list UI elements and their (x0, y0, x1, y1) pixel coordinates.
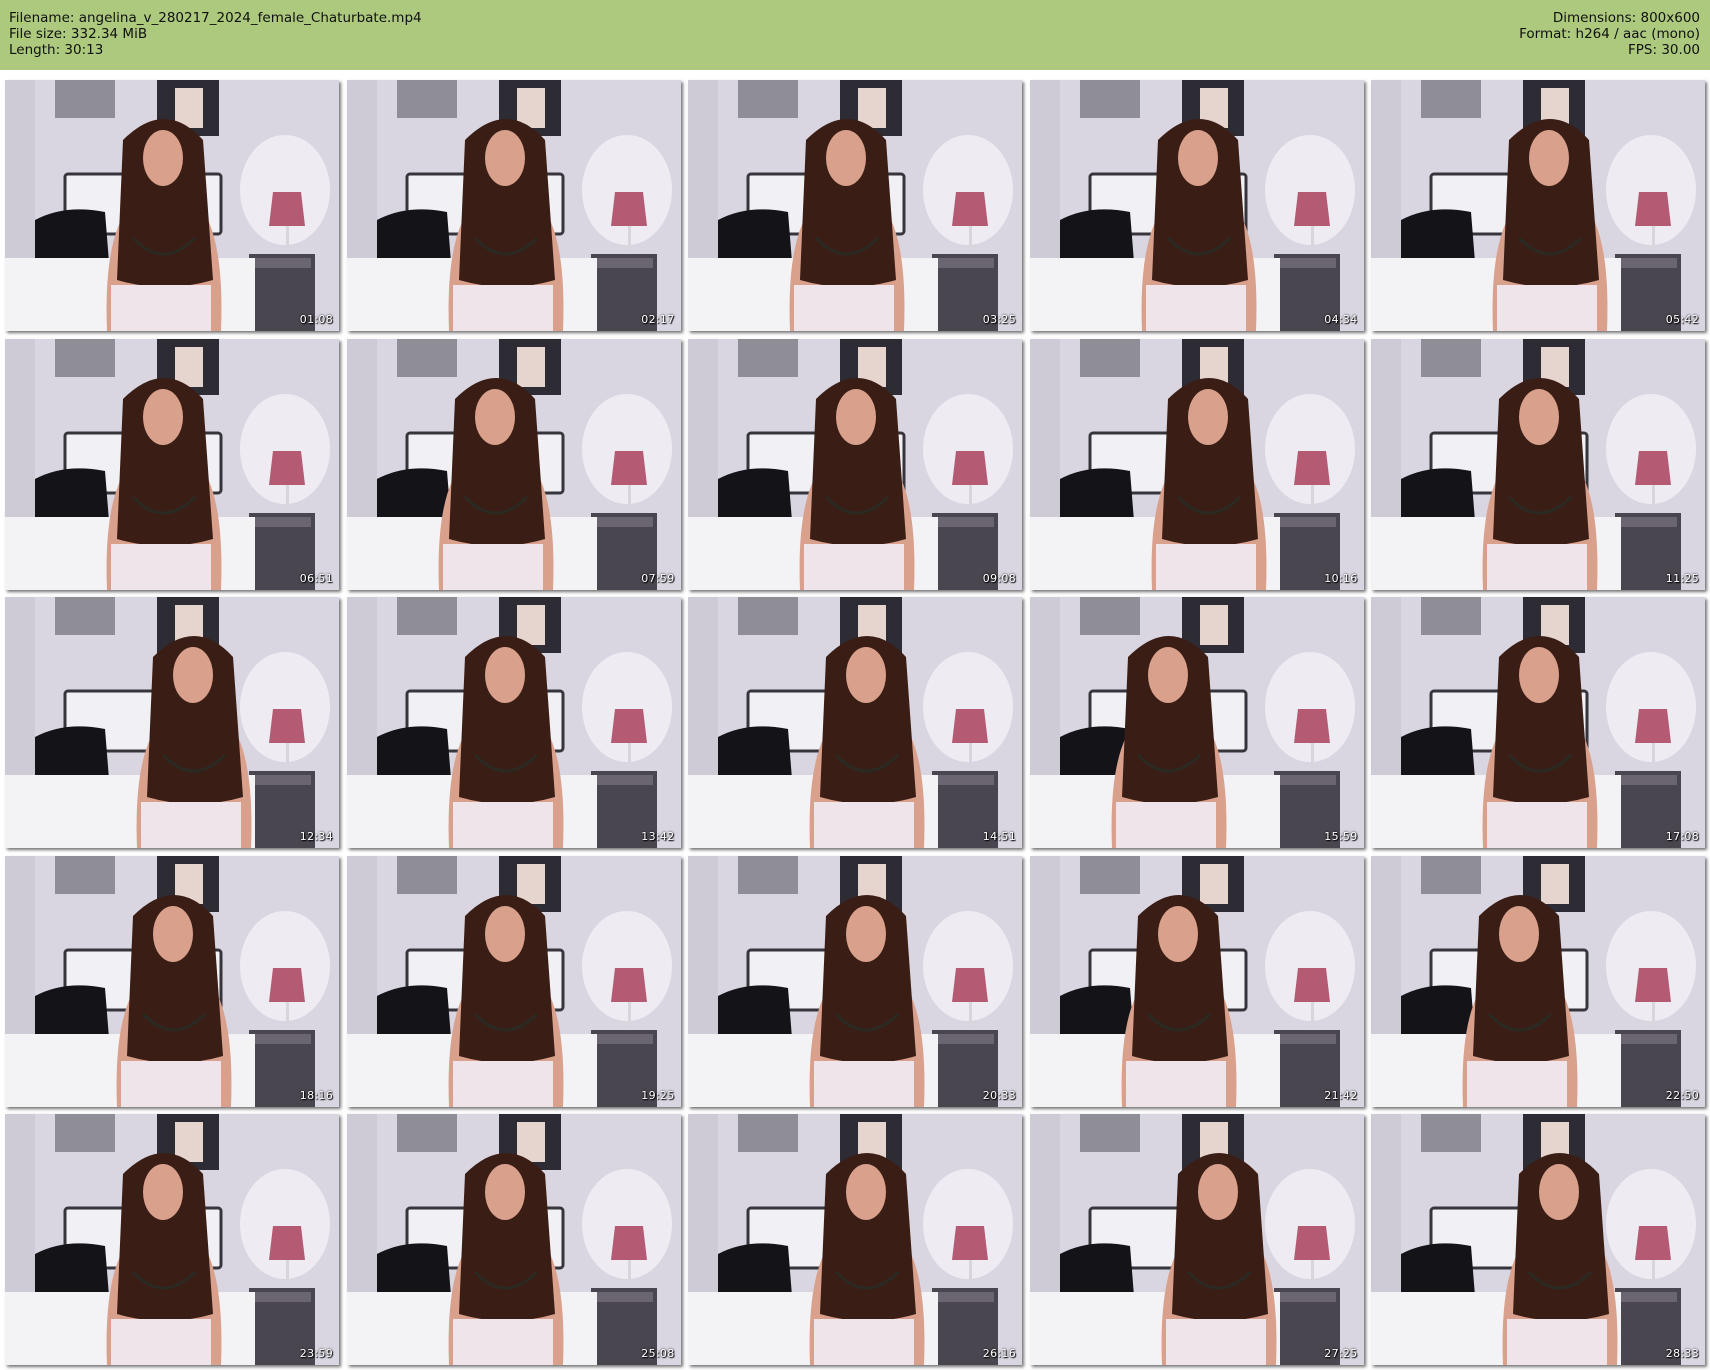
video-thumbnail[interactable]: 15:59 (1029, 597, 1364, 848)
video-thumbnail[interactable]: 28:33 (1371, 1114, 1705, 1365)
video-thumbnail[interactable]: 01:08 (5, 80, 339, 331)
video-thumbnail[interactable]: 25:08 (346, 1114, 681, 1365)
video-thumbnail[interactable]: 14:51 (688, 597, 1022, 848)
thumbnail-grid: 01:08 02:17 03:25 04:34 05:42 06:51 07:59 09:08… (5, 80, 1705, 1365)
timestamp: 23:59 (299, 1347, 333, 1360)
timestamp: 28:33 (1665, 1347, 1699, 1360)
frame-image (1371, 1114, 1705, 1365)
video-thumbnail[interactable]: 22:50 (1371, 855, 1705, 1107)
frame-image (5, 80, 339, 331)
frame-image (346, 855, 681, 1107)
timestamp: 18:16 (299, 1088, 333, 1102)
frame-image (1371, 338, 1705, 590)
video-thumbnail[interactable]: 27:25 (1029, 1114, 1364, 1365)
frame-image (688, 338, 1022, 590)
timestamp: 07:59 (641, 571, 675, 585)
video-thumbnail[interactable]: 09:08 (688, 338, 1022, 590)
frame-image (5, 855, 339, 1107)
video-thumbnail[interactable]: 26:16 (688, 1114, 1022, 1365)
timestamp: 06:51 (299, 571, 333, 585)
frame-image (1029, 338, 1364, 590)
frame-image (346, 597, 681, 848)
video-thumbnail[interactable]: 11:25 (1371, 338, 1705, 590)
timestamp: 20:33 (982, 1088, 1016, 1102)
timestamp: 25:08 (641, 1347, 675, 1360)
timestamp: 03:25 (982, 313, 1016, 326)
timestamp: 27:25 (1324, 1347, 1358, 1360)
frame-image (1371, 80, 1705, 331)
video-thumbnail[interactable]: 06:51 (5, 338, 339, 590)
timestamp: 21:42 (1324, 1088, 1358, 1102)
dimensions-text: Dimensions: 800x600 (1552, 10, 1700, 26)
frame-image (688, 1114, 1022, 1365)
timestamp: 05:42 (1665, 313, 1699, 326)
video-thumbnail[interactable]: 04:34 (1029, 80, 1364, 331)
filename-text: Filename: angelina_v_280217_2024_female_… (9, 10, 422, 26)
video-thumbnail[interactable]: 19:25 (346, 855, 681, 1107)
timestamp: 01:08 (299, 313, 333, 326)
frame-image (346, 1114, 681, 1365)
timestamp: 26:16 (982, 1347, 1016, 1360)
timestamp: 10:16 (1324, 571, 1358, 585)
timestamp: 19:25 (641, 1088, 675, 1102)
length-text: Length: 30:13 (9, 42, 104, 58)
timestamp: 17:08 (1665, 830, 1699, 843)
video-thumbnail[interactable]: 12:34 (5, 597, 339, 848)
timestamp: 22:50 (1665, 1088, 1699, 1102)
info-header: Filename: angelina_v_280217_2024_female_… (0, 0, 1710, 70)
frame-image (1029, 855, 1364, 1107)
frame-image (5, 1114, 339, 1365)
filesize-text: File size: 332.34 MiB (9, 26, 148, 42)
video-thumbnail[interactable]: 21:42 (1029, 855, 1364, 1107)
frame-image (1371, 597, 1705, 848)
timestamp: 02:17 (641, 313, 675, 326)
video-thumbnail[interactable]: 05:42 (1371, 80, 1705, 331)
format-text: Format: h264 / aac (mono) (1519, 26, 1700, 42)
frame-image (1029, 1114, 1364, 1365)
frame-image (346, 338, 681, 590)
video-thumbnail[interactable]: 17:08 (1371, 597, 1705, 848)
file-info: Filename: angelina_v_280217_2024_female_… (9, 10, 422, 58)
video-thumbnail[interactable]: 20:33 (688, 855, 1022, 1107)
frame-image (688, 80, 1022, 331)
frame-image (688, 855, 1022, 1107)
format-info: Dimensions: 800x600 Format: h264 / aac (… (1519, 10, 1700, 58)
frame-image (1371, 855, 1705, 1107)
video-thumbnail[interactable]: 10:16 (1029, 338, 1364, 590)
frame-image (1029, 80, 1364, 331)
frame-image (688, 597, 1022, 848)
frame-image (5, 597, 339, 848)
video-thumbnail[interactable]: 18:16 (5, 855, 339, 1107)
video-thumbnail[interactable]: 13:42 (346, 597, 681, 848)
timestamp: 15:59 (1324, 830, 1358, 843)
video-thumbnail[interactable]: 02:17 (346, 80, 681, 331)
timestamp: 14:51 (982, 830, 1016, 843)
video-thumbnail[interactable]: 07:59 (346, 338, 681, 590)
video-thumbnail[interactable]: 03:25 (688, 80, 1022, 331)
timestamp: 04:34 (1324, 313, 1358, 326)
timestamp: 11:25 (1665, 571, 1699, 585)
fps-text: FPS: 30.00 (1628, 42, 1700, 58)
timestamp: 13:42 (641, 830, 675, 843)
video-thumbnail[interactable]: 23:59 (5, 1114, 339, 1365)
timestamp: 12:34 (299, 830, 333, 843)
frame-image (346, 80, 681, 331)
frame-image (1029, 597, 1364, 848)
frame-image (5, 338, 339, 590)
timestamp: 09:08 (982, 571, 1016, 585)
